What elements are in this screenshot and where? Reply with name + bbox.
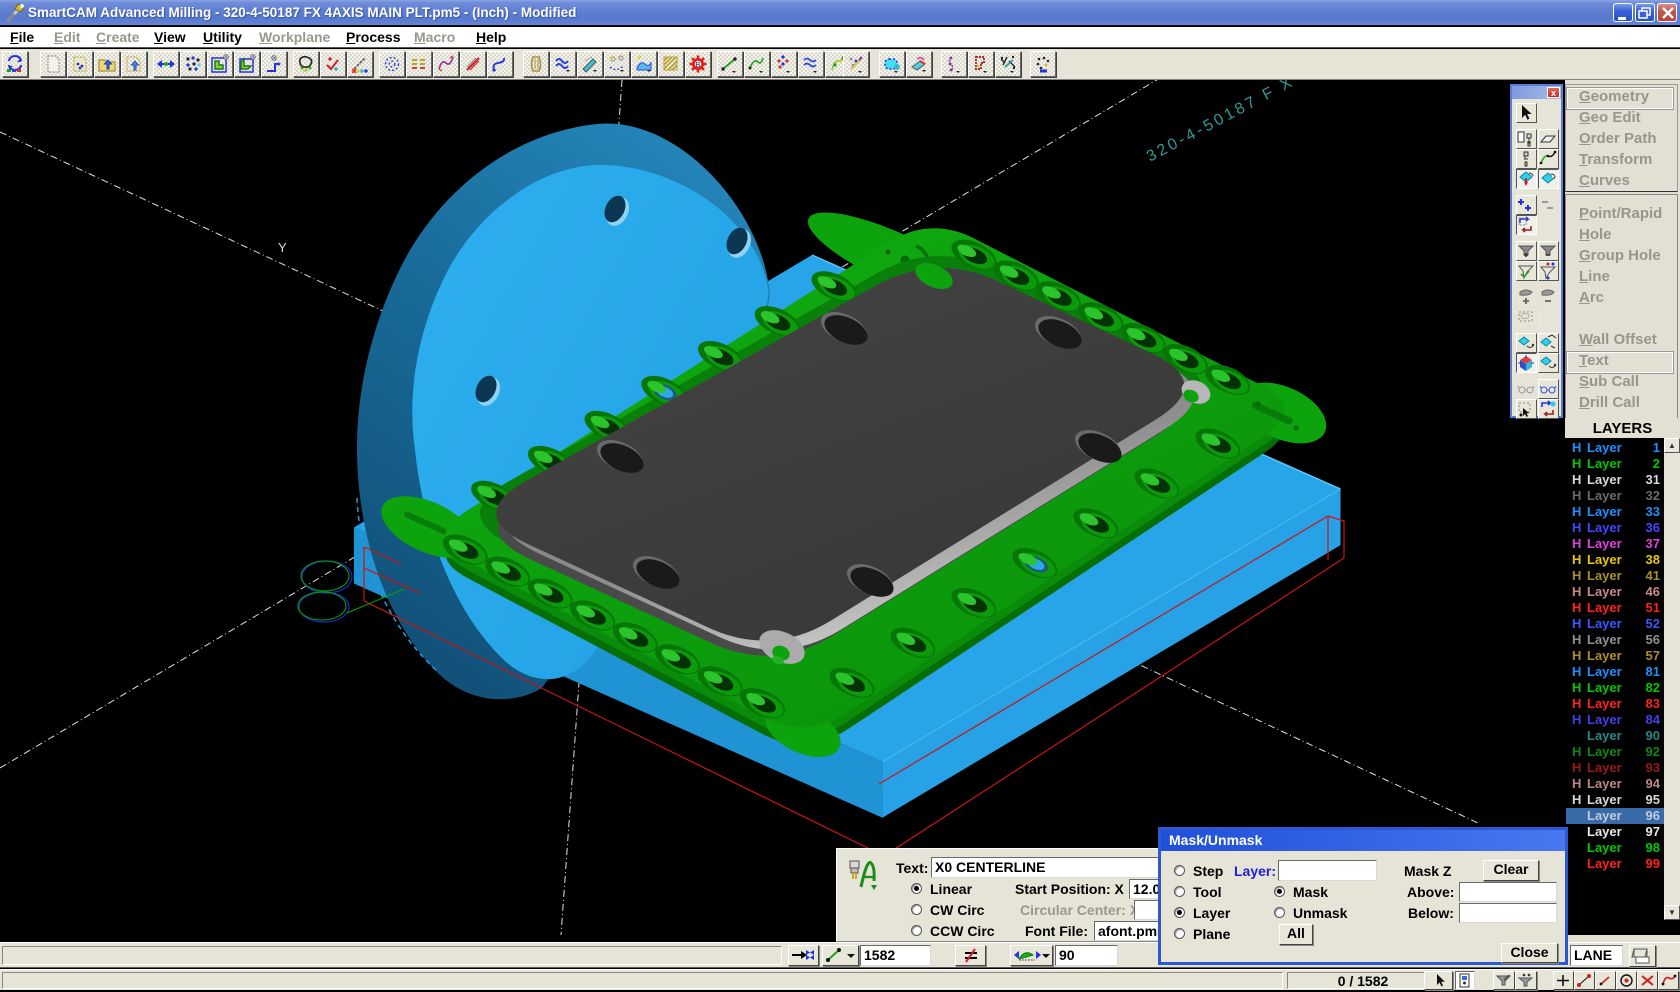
svg-text:Y: Y — [278, 240, 287, 255]
svg-text:B: B — [696, 62, 701, 69]
